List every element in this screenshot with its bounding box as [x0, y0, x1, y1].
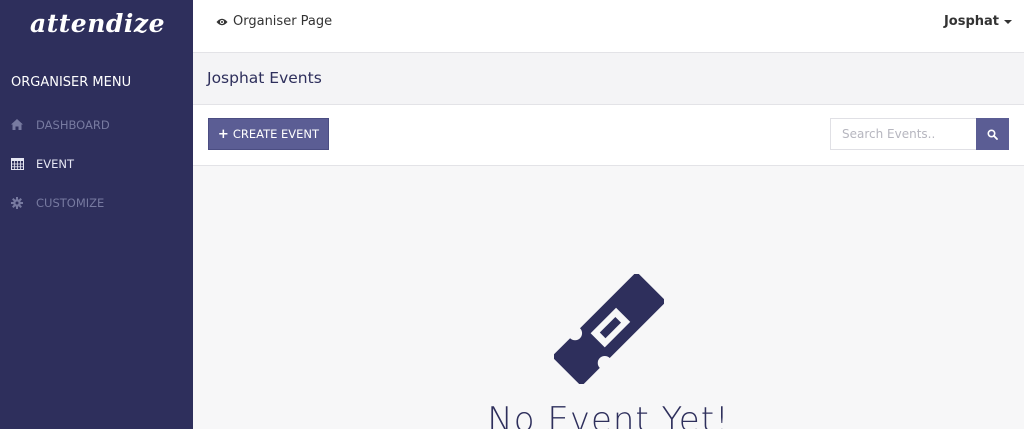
page-header: Josphat Events: [193, 53, 1024, 105]
ticket-icon: [551, 271, 667, 388]
user-name: Josphat: [943, 14, 999, 29]
toolbar: + CREATE EVENT: [193, 105, 1024, 166]
search-icon: [987, 128, 998, 140]
empty-state: No Event Yet!: [193, 166, 1024, 429]
sidebar-item-event[interactable]: EVENT: [0, 144, 193, 183]
home-icon: [10, 118, 24, 132]
organiser-page-link[interactable]: Organiser Page: [216, 14, 332, 29]
calendar-icon: [10, 157, 24, 171]
organiser-page-label: Organiser Page: [233, 14, 333, 29]
search-box: [830, 118, 1009, 150]
sidebar-item-label: CUSTOMIZE: [36, 195, 105, 210]
search-button[interactable]: [976, 118, 1009, 150]
search-input[interactable]: [830, 118, 976, 150]
create-event-button[interactable]: + CREATE EVENT: [208, 118, 329, 150]
sidebar-item-dashboard[interactable]: DASHBOARD: [0, 105, 193, 144]
caret-down-icon: [1004, 19, 1012, 24]
eye-icon: [216, 18, 228, 25]
sidebar-item-customize[interactable]: CUSTOMIZE: [0, 183, 193, 222]
sidebar-item-label: EVENT: [36, 156, 75, 171]
user-menu[interactable]: Josphat: [944, 14, 1012, 29]
empty-state-message: No Event Yet!: [487, 400, 730, 429]
sidebar-item-label: DASHBOARD: [36, 117, 110, 132]
logo[interactable]: attendize: [0, 0, 193, 52]
sidebar: attendize ORGANISER MENU DASHBOARD EVENT…: [0, 0, 193, 429]
gear-icon: [10, 196, 24, 210]
menu-title: ORGANISER MENU: [11, 75, 132, 90]
sidebar-menu: DASHBOARD EVENT CUSTOMIZE: [0, 105, 193, 222]
top-bar: Organiser Page Josphat: [193, 0, 1024, 53]
create-event-label: CREATE EVENT: [232, 127, 320, 141]
page-title: Josphat Events: [207, 69, 322, 87]
plus-icon: +: [217, 126, 229, 142]
